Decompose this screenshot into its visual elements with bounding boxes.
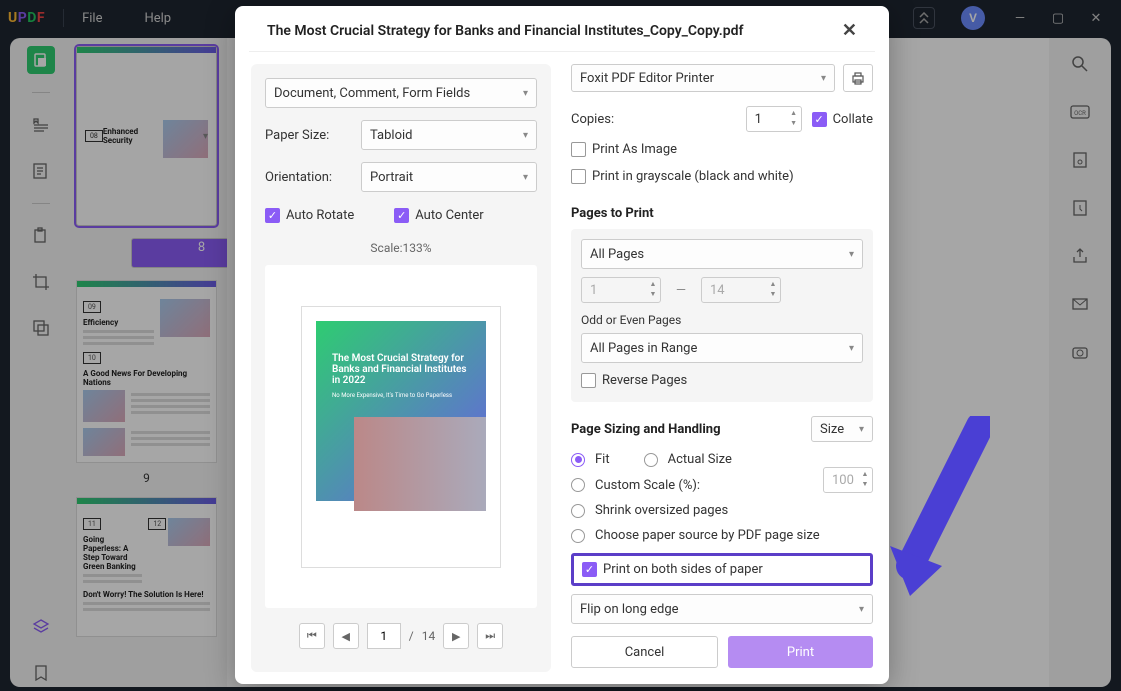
pages-select[interactable]: All Pages bbox=[581, 239, 863, 269]
last-page-icon[interactable]: ⏭ bbox=[477, 623, 503, 649]
print-dialog: The Most Crucial Strategy for Banks and … bbox=[235, 6, 889, 684]
print-preview: The Most Crucial Strategy for Banks and … bbox=[265, 265, 537, 608]
pages-heading: Pages to Print bbox=[571, 206, 873, 221]
dialog-title: The Most Crucial Strategy for Banks and … bbox=[267, 23, 744, 39]
odd-even-select[interactable]: All Pages in Range bbox=[581, 333, 863, 363]
copies-input[interactable]: 1▲▼ bbox=[746, 106, 802, 132]
close-icon[interactable]: ✕ bbox=[842, 20, 857, 41]
shrink-radio[interactable]: Shrink oversized pages bbox=[571, 503, 873, 518]
paper-size-select[interactable]: Tabloid bbox=[361, 120, 537, 150]
print-as-image-checkbox[interactable]: Print As Image bbox=[571, 142, 677, 157]
size-mode-select[interactable]: Size bbox=[811, 416, 873, 442]
printer-select[interactable]: Foxit PDF Editor Printer bbox=[571, 64, 835, 92]
flip-select[interactable]: Flip on long edge bbox=[571, 594, 873, 624]
copies-label: Copies: bbox=[571, 112, 736, 127]
next-page-icon[interactable]: ▶ bbox=[443, 623, 469, 649]
both-sides-checkbox[interactable]: Print on both sides of paper bbox=[582, 562, 763, 577]
prev-page-icon[interactable]: ◀ bbox=[333, 623, 359, 649]
both-sides-highlight: Print on both sides of paper bbox=[571, 553, 873, 586]
auto-center-checkbox[interactable]: Auto Center bbox=[394, 208, 483, 223]
collate-checkbox[interactable]: Collate bbox=[812, 112, 873, 127]
printer-properties-icon[interactable] bbox=[843, 64, 873, 92]
paper-size-label: Paper Size: bbox=[265, 128, 351, 143]
orientation-label: Orientation: bbox=[265, 170, 351, 185]
scale-label: Scale:133% bbox=[265, 241, 537, 255]
print-what-select[interactable]: Document, Comment, Form Fields bbox=[265, 78, 537, 108]
sizing-heading: Page Sizing and Handling bbox=[571, 422, 721, 437]
choose-source-radio[interactable]: Choose paper source by PDF page size bbox=[571, 528, 873, 543]
page-input[interactable] bbox=[367, 623, 401, 649]
orientation-select[interactable]: Portrait bbox=[361, 162, 537, 192]
reverse-checkbox[interactable]: Reverse Pages bbox=[581, 373, 687, 388]
odd-even-label: Odd or Even Pages bbox=[581, 313, 863, 327]
first-page-icon[interactable]: ⏮ bbox=[299, 623, 325, 649]
grayscale-checkbox[interactable]: Print in grayscale (black and white) bbox=[571, 169, 794, 184]
auto-rotate-checkbox[interactable]: Auto Rotate bbox=[265, 208, 354, 223]
cancel-button[interactable]: Cancel bbox=[571, 636, 718, 668]
print-button[interactable]: Print bbox=[728, 636, 873, 668]
range-to-input[interactable]: 14▲▼ bbox=[701, 277, 781, 303]
custom-scale-input[interactable]: 100▲▼ bbox=[823, 467, 873, 493]
actual-radio[interactable]: Actual Size bbox=[644, 452, 732, 467]
fit-radio[interactable]: Fit bbox=[571, 452, 610, 467]
range-from-input[interactable]: 1▲▼ bbox=[581, 277, 661, 303]
custom-scale-radio[interactable]: Custom Scale (%): bbox=[571, 478, 700, 493]
page-total: 14 bbox=[422, 629, 436, 643]
